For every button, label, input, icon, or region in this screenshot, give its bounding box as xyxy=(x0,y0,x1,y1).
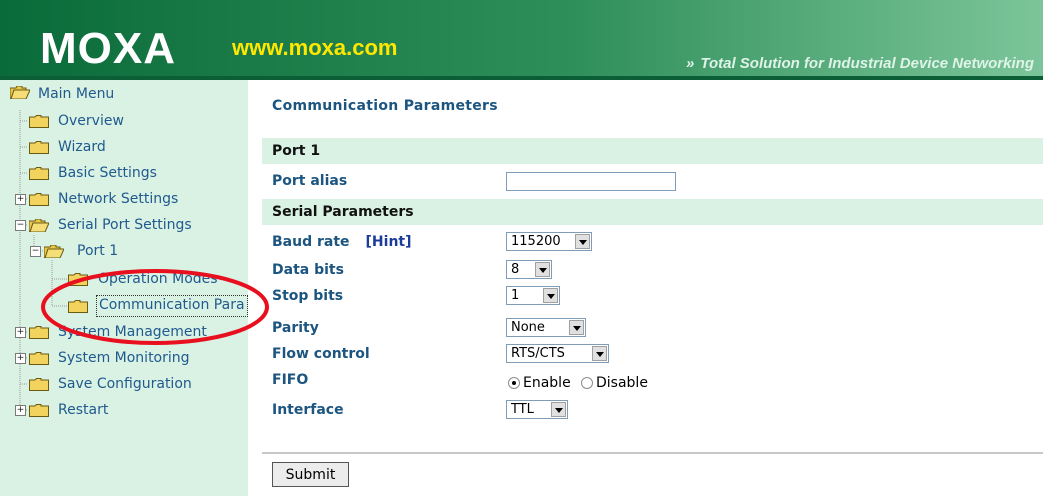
dropdown-arrow-icon[interactable] xyxy=(575,234,590,249)
sidebar-item-main-menu[interactable]: Main Menu xyxy=(38,84,114,104)
folder-icon xyxy=(29,326,49,339)
fifo-disable-label[interactable]: Disable xyxy=(596,373,648,393)
sidebar-item-restart[interactable]: Restart xyxy=(58,400,108,420)
flow-control-label: Flow control xyxy=(272,346,370,362)
serial-parameters-header: Serial Parameters xyxy=(262,199,1043,225)
sidebar-item-basic-settings[interactable]: Basic Settings xyxy=(58,163,157,183)
interface-select[interactable]: TTL xyxy=(506,400,568,419)
stop-bits-label: Stop bits xyxy=(272,288,344,304)
sidebar-item-communication-parameters[interactable]: Communication Para xyxy=(96,295,248,317)
open-folder-icon xyxy=(44,245,64,258)
parity-select[interactable]: None xyxy=(506,318,586,337)
interface-label: Interface xyxy=(272,402,344,418)
expand-plus-icon[interactable]: + xyxy=(15,327,26,338)
fifo-enable-label[interactable]: Enable xyxy=(523,373,571,393)
sidebar-item-operation-modes[interactable]: Operation Modes xyxy=(98,269,218,289)
collapse-minus-icon[interactable]: − xyxy=(15,220,26,231)
folder-icon xyxy=(29,352,49,365)
sidebar-item-wizard[interactable]: Wizard xyxy=(58,137,106,157)
dropdown-arrow-icon[interactable] xyxy=(535,262,550,277)
baud-rate-select[interactable]: 115200 xyxy=(506,232,592,251)
tagline-arrows-icon: » xyxy=(686,55,695,72)
serial-parameters-label: Serial Parameters xyxy=(272,204,414,220)
expand-plus-icon[interactable]: + xyxy=(15,353,26,364)
folder-icon xyxy=(29,193,49,206)
data-bits-value: 8 xyxy=(511,262,520,277)
baud-rate-label: Baud rate [Hint] xyxy=(272,232,412,252)
interface-value: TTL xyxy=(511,402,534,417)
folder-icon xyxy=(29,404,49,417)
fifo-disable-radio[interactable] xyxy=(581,377,593,389)
page-title: Communication Parameters xyxy=(272,98,498,114)
port-section-label: Port 1 xyxy=(272,143,321,159)
folder-icon xyxy=(29,378,49,391)
hint-link[interactable]: [Hint] xyxy=(366,234,412,250)
expand-plus-icon[interactable]: + xyxy=(15,194,26,205)
dropdown-arrow-icon[interactable] xyxy=(551,402,566,417)
dropdown-arrow-icon[interactable] xyxy=(592,346,607,361)
port-section-header: Port 1 xyxy=(262,138,1043,164)
sidebar-item-system-management[interactable]: System Management xyxy=(58,322,207,342)
sidebar-item-system-monitoring[interactable]: System Monitoring xyxy=(58,348,190,368)
folder-icon xyxy=(68,273,88,286)
folder-icon xyxy=(68,300,88,313)
folder-icon xyxy=(29,167,49,180)
sidebar-item-save-configuration[interactable]: Save Configuration xyxy=(58,374,192,394)
data-bits-label: Data bits xyxy=(272,262,344,278)
moxa-logo: MOXA xyxy=(40,24,176,73)
stop-bits-select[interactable]: 1 xyxy=(506,286,560,305)
sidebar-item-overview[interactable]: Overview xyxy=(58,111,124,131)
parity-label: Parity xyxy=(272,320,319,336)
header-tagline: » Total Solution for Industrial Device Ne… xyxy=(686,55,1034,72)
sidebar-item-port-1[interactable]: Port 1 xyxy=(77,241,118,261)
port-alias-input[interactable] xyxy=(506,172,676,191)
sidebar-menu: Main Menu Overview Wizard Basic Settings… xyxy=(0,80,248,496)
sidebar-item-serial-port-settings[interactable]: Serial Port Settings xyxy=(58,215,192,235)
expand-plus-icon[interactable]: + xyxy=(15,405,26,416)
tagline-text: Total Solution for Industrial Device Net… xyxy=(700,55,1034,72)
baud-rate-value: 115200 xyxy=(511,234,561,249)
header-banner: MOXA www.moxa.com » Total Solution for In… xyxy=(0,0,1043,80)
folder-icon xyxy=(29,141,49,154)
dropdown-arrow-icon[interactable] xyxy=(569,320,584,335)
dropdown-arrow-icon[interactable] xyxy=(543,288,558,303)
submit-button[interactable]: Submit xyxy=(272,462,349,487)
collapse-minus-icon[interactable]: − xyxy=(30,246,41,257)
open-folder-icon xyxy=(10,86,30,99)
fifo-label: FIFO xyxy=(272,372,309,388)
port-alias-label: Port alias xyxy=(272,173,348,189)
divider xyxy=(262,452,1043,454)
moxa-url: www.moxa.com xyxy=(232,35,398,60)
flow-control-value: RTS/CTS xyxy=(511,346,565,361)
parity-value: None xyxy=(511,320,545,335)
baud-rate-text: Baud rate xyxy=(272,234,350,250)
sidebar-item-network-settings[interactable]: Network Settings xyxy=(58,189,178,209)
open-folder-icon xyxy=(29,219,49,232)
main-content: Communication Parameters Port 1 Port ali… xyxy=(262,80,1043,496)
data-bits-select[interactable]: 8 xyxy=(506,260,552,279)
stop-bits-value: 1 xyxy=(511,288,520,303)
flow-control-select[interactable]: RTS/CTS xyxy=(506,344,609,363)
fifo-enable-radio[interactable] xyxy=(508,377,520,389)
folder-icon xyxy=(29,115,49,128)
